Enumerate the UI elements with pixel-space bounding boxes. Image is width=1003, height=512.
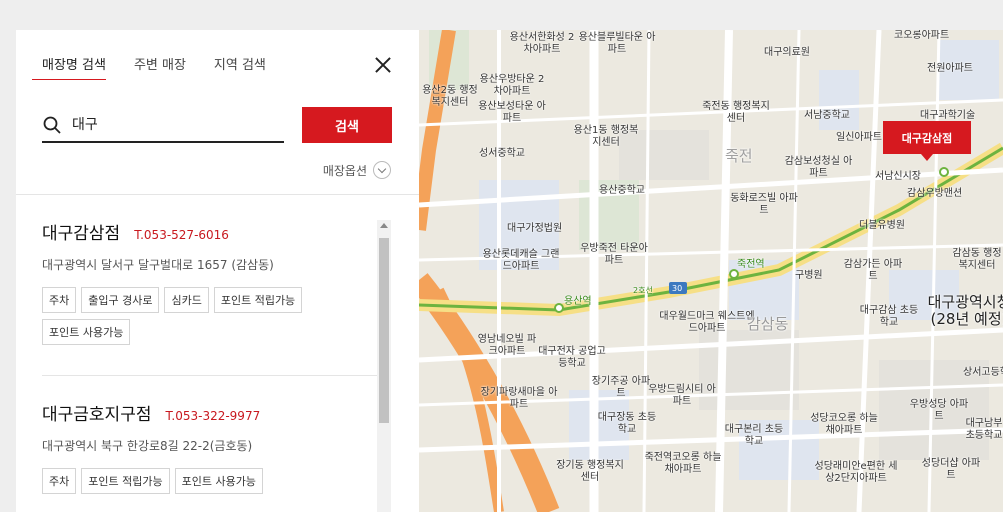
- store-name[interactable]: 대구금호지구점: [42, 400, 151, 425]
- map-label: 감삼보성청실 아파트: [784, 156, 853, 179]
- map-label: 죽전역코오롱 하늘채아파트: [644, 452, 722, 475]
- close-icon[interactable]: [372, 54, 394, 76]
- map-label: 동화로즈빌 아파트: [730, 193, 798, 216]
- map-label: 우방드림시티 아파트: [648, 384, 716, 407]
- map-label: 감삼동: [747, 315, 789, 333]
- scroll-up-icon[interactable]: [380, 223, 388, 228]
- store-tags: 주차 출입구 경사로 심카드 포인트 적립가능 포인트 사용가능: [42, 287, 342, 351]
- map-label: 감삼우방맨션: [907, 188, 963, 199]
- map-label: 일신아파트: [836, 132, 882, 143]
- store-search-panel: 매장명 검색 주변 매장 지역 검색 검색 매장옵션 대구감삼점 T.053-5…: [16, 30, 419, 512]
- store-marker[interactable]: 대구감삼점: [883, 121, 971, 161]
- map-label: 용산2동 행정복지센터: [422, 85, 478, 108]
- map-label: 용산블루빌타운 아파트: [578, 32, 656, 55]
- map-label: 서남중학교: [804, 110, 850, 121]
- map-label: 감삼동 행정복지센터: [952, 248, 1002, 271]
- tab-nearby-stores[interactable]: 주변 매장: [134, 54, 186, 80]
- search-input[interactable]: [72, 113, 272, 135]
- store-tag: 주차: [42, 468, 77, 494]
- map-label: 대구전자 공업고등학교: [538, 346, 606, 369]
- map-label: 구병원: [795, 270, 823, 281]
- store-options-label: 매장옵션: [322, 163, 367, 178]
- map-label: 용산역: [564, 296, 592, 307]
- tab-region-search[interactable]: 지역 검색: [214, 54, 266, 80]
- map-label: 장기파랑새마을 아파트: [480, 387, 558, 410]
- scroll-thumb[interactable]: [379, 238, 389, 423]
- map-label: 대구의료원: [764, 47, 810, 58]
- map-label: 코오롱아파트: [894, 30, 950, 41]
- map-label: 죽전동 행정복지센터: [702, 101, 770, 124]
- store-phone[interactable]: T.053-322-9977: [165, 409, 260, 423]
- map-label: 우방죽전 타운아파트: [580, 243, 648, 266]
- search-tabs: 매장명 검색 주변 매장 지역 검색: [32, 54, 294, 80]
- map-label: 대구광역시청 (28년 예정): [927, 293, 1003, 328]
- map-label: 성서중학교: [479, 148, 525, 159]
- map-label: 대구남부 초등학교: [965, 418, 1003, 441]
- map-label: 영남네오빌 파크아파트: [477, 334, 537, 357]
- map-label: 30: [672, 284, 683, 293]
- map-label: 죽전: [725, 147, 753, 165]
- store-name[interactable]: 대구감삼점: [42, 219, 120, 244]
- map-label: 더블유병원: [859, 220, 905, 231]
- map-label: 대우월드마크 웨스트엔드아파트: [659, 311, 755, 334]
- search-row: 검색: [42, 107, 392, 143]
- store-options[interactable]: 매장옵션: [323, 161, 391, 179]
- store-tag: 주차: [42, 287, 77, 313]
- map-label: 용산중학교: [599, 185, 645, 196]
- map-label: 용산서한화성 2차아파트: [509, 32, 575, 55]
- store-phone[interactable]: T.053-527-6016: [134, 228, 229, 242]
- map-label: 대구본리 초등학교: [724, 424, 784, 447]
- map-label: 성당코오롱 하늘채아파트: [810, 413, 878, 436]
- tab-store-name-search[interactable]: 매장명 검색: [32, 54, 106, 80]
- store-tags: 주차 포인트 적립가능 포인트 사용가능: [42, 468, 342, 500]
- map-label: 장기주공 아파트: [591, 376, 651, 399]
- map-label: 2호선: [633, 286, 653, 295]
- map-label: 용산1동 행정복지센터: [573, 125, 639, 148]
- store-tag: 포인트 적립가능: [81, 468, 170, 494]
- store-map[interactable]: 용산서한화성 2차아파트 용산블루빌타운 아파트 대구의료원 용산2동 행정복지…: [419, 30, 1003, 512]
- list-scrollbar[interactable]: [377, 220, 391, 512]
- chevron-down-icon[interactable]: [373, 161, 391, 179]
- store-tag: 심카드: [164, 287, 209, 313]
- map-label: 성당래미안e편한 세상2단지아파트: [814, 461, 898, 484]
- map-label: 우방성당 아파트: [909, 399, 969, 422]
- map-label: 감삼가든 아파트: [843, 259, 903, 282]
- map-label: 서남신시장: [875, 171, 921, 182]
- store-address: 대구광역시 달서구 달구벌대로 1657 (감삼동): [42, 258, 274, 272]
- map-label: 상서고등학교: [963, 367, 1003, 378]
- map-label: 용산우방타운 2차아파트: [479, 74, 545, 97]
- map-label: 전원아파트: [927, 63, 973, 74]
- store-item[interactable]: 대구금호지구점 T.053-322-9977 대구광역시 북구 한강로8길 22…: [42, 376, 377, 512]
- search-icon: [43, 116, 61, 134]
- store-tag: 포인트 사용가능: [174, 468, 263, 494]
- map-label: 대구가정법원: [507, 223, 563, 234]
- map-label: 대구감삼 초등학교: [859, 305, 919, 328]
- store-tag: 포인트 사용가능: [42, 319, 131, 345]
- store-tag: 포인트 적립가능: [213, 287, 303, 313]
- map-label: 용산보성타운 아파트: [478, 101, 546, 124]
- map-label: 용산롯데캐슬 그랜드아파트: [482, 249, 560, 272]
- map-label: 장기동 행정복지센터: [556, 460, 624, 483]
- map-label: 대구장동 초등학교: [597, 412, 657, 435]
- map-label: 죽전역: [737, 259, 765, 270]
- search-button[interactable]: 검색: [302, 107, 392, 143]
- store-tag: 출입구 경사로: [81, 287, 160, 313]
- map-label: 성당더샵 아파트: [921, 458, 981, 481]
- store-address: 대구광역시 북구 한강로8길 22-2(금호동): [42, 439, 253, 453]
- search-box: [42, 107, 284, 143]
- store-list: 대구감삼점 T.053-527-6016 대구광역시 달서구 달구벌대로 165…: [42, 195, 377, 512]
- store-item[interactable]: 대구감삼점 T.053-527-6016 대구광역시 달서구 달구벌대로 165…: [42, 195, 377, 376]
